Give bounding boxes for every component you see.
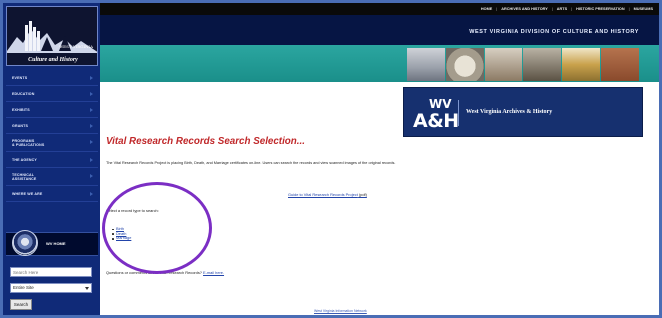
logo-title: Culture and History: [28, 57, 78, 63]
badge-name: West Virginia Archives & History: [466, 109, 553, 115]
search-input[interactable]: [10, 267, 92, 277]
capitol-photo-icon: [562, 48, 601, 81]
sidebar-item-education[interactable]: EDUCATION: [6, 86, 98, 102]
sidebar-item-label: EXHIBITS: [12, 107, 30, 112]
sidebar-item-label: TECHNICAL ASSISTANCE: [12, 172, 37, 181]
building-photo-icon: [407, 48, 445, 81]
guide-link-text[interactable]: Guide to Vital Research Records Project: [288, 192, 358, 197]
statue-photo-icon: [523, 48, 562, 81]
bird-photo-icon: [484, 48, 523, 81]
sidebar-item-agency[interactable]: THE AGENCY: [6, 152, 98, 168]
sidebar-item-technical[interactable]: TECHNICAL ASSISTANCE: [6, 168, 98, 186]
arrow-right-icon: [90, 124, 93, 128]
search-button[interactable]: Search: [10, 299, 32, 310]
sidebar-item-where[interactable]: WHERE WE ARE: [6, 186, 98, 202]
sidebar-item-label: EVENTS: [12, 75, 28, 80]
top-nav: HOME | ARCHIVES AND HISTORY | ARTS | HIS…: [100, 3, 659, 15]
guide-pdf-note: (pdf): [358, 192, 367, 197]
sidebar-item-exhibits[interactable]: EXHIBITS: [6, 102, 98, 118]
arrow-right-icon: [90, 76, 93, 80]
sidebar-item-label: GRANTS: [12, 123, 29, 128]
highlight-ellipse: [102, 182, 212, 274]
left-sidebar: WEST VIRGINIA Culture and History EVENTS…: [3, 3, 100, 315]
state-seal-icon: [12, 230, 38, 256]
guide-link[interactable]: Guide to Vital Research Records Project …: [288, 192, 367, 197]
sidebar-item-label: EDUCATION: [12, 91, 35, 96]
arrow-right-icon: [90, 158, 93, 162]
division-title: WEST VIRGINIA DIVISION OF CULTURE AND HI…: [469, 29, 639, 35]
chevron-down-icon: [85, 287, 89, 290]
photo-banner: [100, 45, 659, 82]
sidebar-item-label: PROGRAMS & PUBLICATIONS: [12, 138, 45, 147]
email-link[interactable]: E-mail here.: [203, 270, 224, 275]
arrow-right-icon: [90, 140, 93, 144]
footer-link[interactable]: West Virginia Information Network: [314, 309, 367, 313]
division-header: WEST VIRGINIA DIVISION OF CULTURE AND HI…: [100, 15, 659, 45]
badge-divider: [458, 100, 459, 126]
search-scope-value: Entire Site: [13, 285, 34, 290]
sidebar-item-grants[interactable]: GRANTS: [6, 118, 98, 134]
top-nav-museums[interactable]: MUSEUMS: [630, 7, 657, 11]
photo-strip: [407, 48, 639, 81]
sidebar-item-label: THE AGENCY: [12, 157, 37, 162]
sidebar-item-programs[interactable]: PROGRAMS & PUBLICATIONS: [6, 134, 98, 152]
archives-history-badge[interactable]: WV A&H West Virginia Archives & History: [403, 87, 643, 137]
arrow-right-icon: [90, 174, 93, 178]
sidebar-item-events[interactable]: EVENTS: [6, 70, 98, 86]
search-scope-select[interactable]: Entire Site: [10, 283, 92, 293]
arrow-right-icon: [90, 192, 93, 196]
stone-photo-icon: [445, 48, 484, 81]
arrow-right-icon: [90, 92, 93, 96]
top-nav-historic-preservation[interactable]: HISTORIC PRESERVATION: [572, 7, 628, 11]
browser-content: WEST VIRGINIA Culture and History EVENTS…: [3, 3, 659, 315]
arrow-right-icon: [90, 108, 93, 112]
wv-home-link[interactable]: WV HOME: [46, 241, 66, 246]
top-nav-home[interactable]: HOME: [477, 7, 496, 11]
logo-state-name: WEST VIRGINIA: [59, 44, 93, 49]
page-title: Vital Research Records Search Selection.…: [106, 136, 305, 147]
page-frame: WEST VIRGINIA Culture and History EVENTS…: [0, 0, 662, 318]
sidebar-item-label: WHERE WE ARE: [12, 191, 43, 196]
top-nav-arts[interactable]: ARTS: [553, 7, 571, 11]
badge-wv: WV: [429, 97, 452, 111]
badge-ah: A&H: [413, 110, 459, 132]
sidebar-nav: EVENTS EDUCATION EXHIBITS GRANTS PROGRAM…: [6, 70, 98, 202]
brick-building-photo-icon: [601, 48, 639, 81]
top-nav-archives[interactable]: ARCHIVES AND HISTORY: [497, 7, 551, 11]
intro-text: The Vital Research Records Project is pl…: [106, 161, 396, 165]
culture-history-logo[interactable]: WEST VIRGINIA Culture and History: [6, 6, 98, 66]
